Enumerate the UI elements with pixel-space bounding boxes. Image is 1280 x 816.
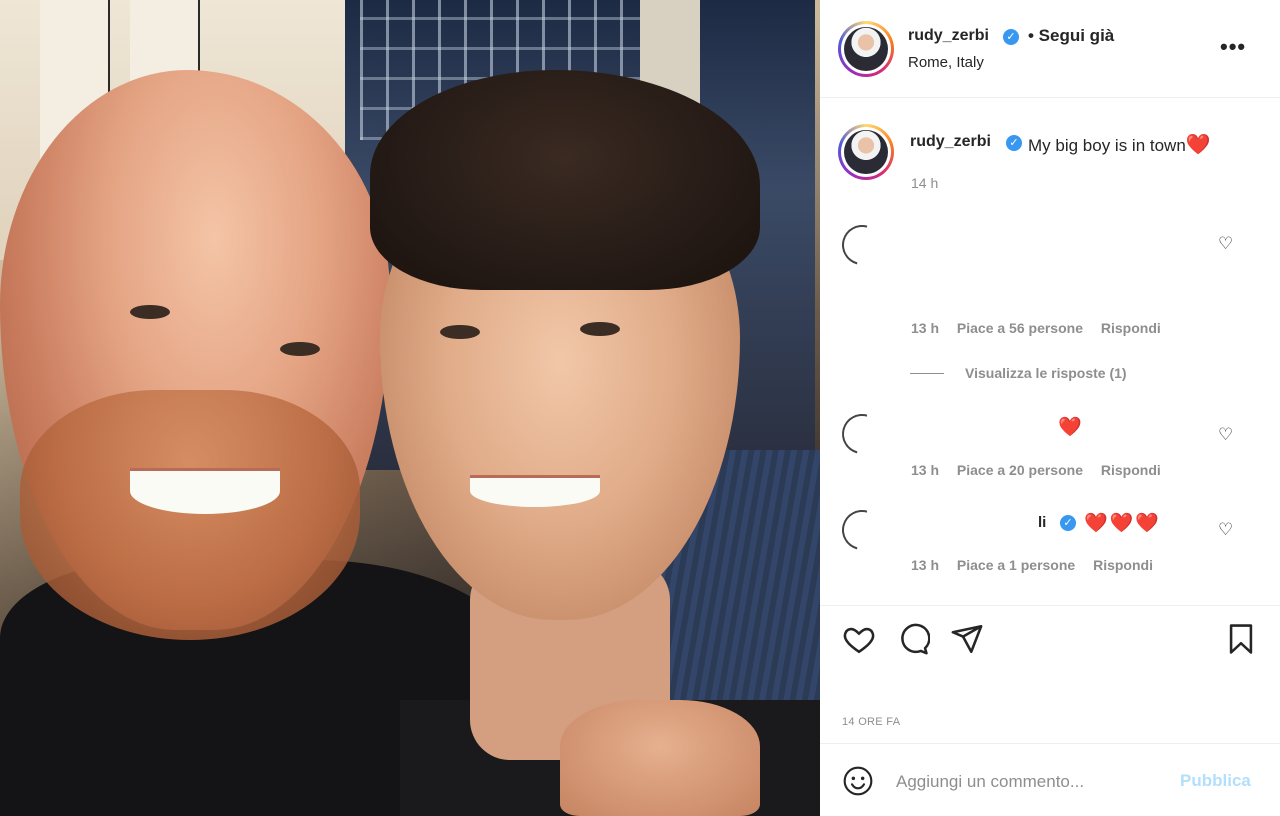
author-avatar[interactable] [838, 21, 894, 77]
comment-meta: 13 h Piace a 1 persone Rispondi [911, 557, 1167, 573]
share-icon[interactable] [950, 622, 984, 656]
emoji-icon[interactable] [842, 765, 874, 797]
caption-emoji: ❤️ [1185, 134, 1211, 156]
comment-heart-icon[interactable]: ♡ [1218, 520, 1233, 540]
comment-likes[interactable]: Piace a 1 persone [957, 557, 1075, 573]
comment-text: ❤️❤️❤️ [1084, 513, 1161, 534]
photo-smile [470, 475, 600, 507]
loading-spinner-icon [834, 217, 890, 273]
photo-smile [130, 468, 280, 514]
post-actions: 14 ORE FA [820, 605, 1280, 745]
verified-badge-icon: ✓ [1006, 135, 1022, 151]
verified-badge-icon: ✓ [1003, 29, 1019, 45]
replies-divider [910, 373, 944, 374]
caption-time: 14 h [911, 175, 939, 191]
avatar-image [844, 27, 888, 71]
comment-text: ❤️ [1058, 417, 1084, 438]
photo-hand [560, 700, 760, 816]
comment-heart-icon[interactable]: ♡ [1218, 234, 1233, 254]
loading-spinner-icon [834, 502, 890, 558]
author-username[interactable]: rudy_zerbi [908, 27, 989, 45]
more-options-icon[interactable]: ••• [1220, 34, 1246, 60]
publish-button[interactable]: Pubblica [1180, 771, 1251, 791]
add-comment-bar: Pubblica [820, 743, 1280, 816]
comment-likes[interactable]: Piace a 20 persone [957, 462, 1083, 478]
comment-reply-button[interactable]: Rispondi [1093, 557, 1153, 573]
verified-badge-icon: ✓ [1060, 515, 1076, 531]
avatar-image [844, 130, 888, 174]
photo-eye [280, 342, 320, 356]
comment-input[interactable] [896, 768, 1166, 796]
comment-time: 13 h [911, 557, 940, 573]
post-side-panel: rudy_zerbi ✓ • Segui già Rome, Italy •••… [820, 0, 1280, 816]
caption-username[interactable]: rudy_zerbi [910, 133, 991, 151]
comment-likes[interactable]: Piace a 56 persone [957, 320, 1083, 336]
comment-time: 13 h [911, 320, 940, 336]
post-header: rudy_zerbi ✓ • Segui già Rome, Italy ••• [820, 0, 1280, 98]
comment-meta: 13 h Piace a 56 persone Rispondi [911, 320, 1175, 336]
heart-icon[interactable] [842, 622, 876, 656]
comment-heart-icon[interactable]: ♡ [1218, 425, 1233, 445]
comment-icon[interactable] [896, 622, 930, 656]
loading-spinner-icon [834, 406, 890, 462]
photo-person-left-beard [20, 390, 360, 640]
caption-text: My big boy is in town❤️ [1028, 132, 1211, 157]
comment-meta: 13 h Piace a 20 persone Rispondi [911, 462, 1175, 478]
comment-time: 13 h [911, 462, 940, 478]
photo-eye [130, 305, 170, 319]
bookmark-icon[interactable] [1224, 622, 1258, 656]
photo-eye [440, 325, 480, 339]
caption-avatar[interactable] [838, 124, 894, 180]
photo-eye [580, 322, 620, 336]
comment-reply-button[interactable]: Rispondi [1101, 320, 1161, 336]
post-location[interactable]: Rome, Italy [908, 54, 984, 71]
comment-username[interactable]: li [1038, 514, 1046, 531]
caption-text-body: My big boy is in town [1028, 136, 1186, 155]
comment-reply-button[interactable]: Rispondi [1101, 462, 1161, 478]
follow-status-button[interactable]: • Segui già [1028, 26, 1114, 46]
view-replies-button[interactable]: Visualizza le risposte (1) [965, 365, 1127, 381]
post-photo[interactable] [0, 0, 820, 816]
post-date: 14 ORE FA [842, 716, 901, 728]
